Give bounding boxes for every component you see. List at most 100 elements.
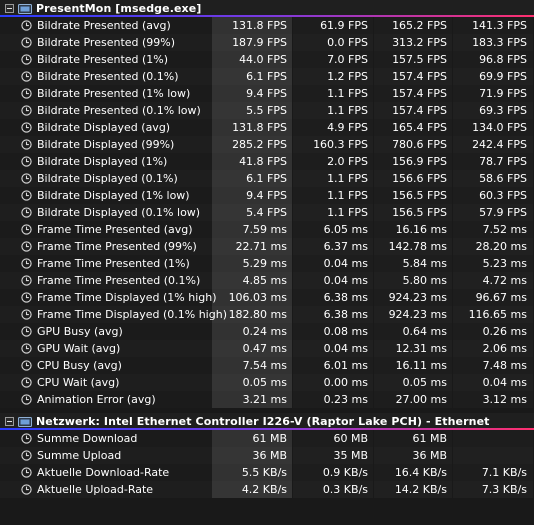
sensor-row[interactable]: Frame Time Displayed (0.1% high) 182.80 m… — [0, 306, 534, 323]
clock-icon — [21, 394, 32, 405]
sensor-label: CPU Busy (avg) — [37, 359, 122, 372]
sensor-row[interactable]: Bildrate Presented (99%) 187.9 FPS 0.0 FPS… — [0, 34, 534, 51]
avg-value: 141.3 FPS — [453, 17, 533, 34]
max-value: 27.00 ms — [374, 391, 452, 408]
section-title: PresentMon [msedge.exe] — [36, 2, 202, 15]
sensor-row[interactable]: Bildrate Presented (1%) 44.0 FPS 7.0 FPS 15… — [0, 51, 534, 68]
max-value: 313.2 FPS — [374, 34, 452, 51]
clock-icon — [21, 433, 32, 444]
sensor-row[interactable]: Frame Time Displayed (1% high) 106.03 ms 6… — [0, 289, 534, 306]
sensor-list: Bildrate Presented (avg) 131.8 FPS 61.9 FP… — [0, 17, 534, 408]
sensor-row[interactable]: Bildrate Presented (1% low) 9.4 FPS 1.1 FP… — [0, 85, 534, 102]
max-value: 156.5 FPS — [374, 187, 452, 204]
clock-icon — [21, 105, 32, 116]
max-value: 5.80 ms — [374, 272, 452, 289]
sensor-label-cell: Frame Time Presented (avg) — [0, 221, 212, 238]
sensor-label-cell: Bildrate Presented (0.1%) — [0, 68, 212, 85]
avg-value — [453, 447, 533, 464]
sensor-label: Bildrate Presented (1% low) — [37, 87, 191, 100]
sensor-row[interactable]: CPU Busy (avg) 7.54 ms 6.01 ms 16.11 ms 7.48… — [0, 357, 534, 374]
clock-icon — [21, 484, 32, 495]
sensor-label-cell: Frame Time Displayed (0.1% high) — [0, 306, 227, 323]
sensor-row[interactable]: GPU Busy (avg) 0.24 ms 0.08 ms 0.64 ms 0.26 … — [0, 323, 534, 340]
max-value: 157.4 FPS — [374, 102, 452, 119]
avg-value: 7.52 ms — [453, 221, 533, 238]
min-value: 1.1 FPS — [293, 187, 373, 204]
sensor-row[interactable]: Bildrate Presented (0.1% low) 5.5 FPS 1.1 … — [0, 102, 534, 119]
sensor-row[interactable]: Animation Error (avg) 3.21 ms 0.23 ms 27.00… — [0, 391, 534, 408]
sensor-label: Bildrate Displayed (0.1%) — [37, 172, 178, 185]
min-value: 0.3 KB/s — [293, 481, 373, 498]
sensor-label-cell: Bildrate Presented (1%) — [0, 51, 212, 68]
sensor-row[interactable]: Bildrate Displayed (1% low) 9.4 FPS 1.1 FP… — [0, 187, 534, 204]
section-header-0[interactable]: PresentMon [msedge.exe] — [0, 0, 534, 17]
clock-icon — [21, 292, 32, 303]
sensor-row[interactable]: Bildrate Displayed (99%) 285.2 FPS 160.3 F… — [0, 136, 534, 153]
sensor-row[interactable]: Bildrate Presented (avg) 131.8 FPS 61.9 FP… — [0, 17, 534, 34]
avg-value: 7.3 KB/s — [453, 481, 533, 498]
current-value: 9.4 FPS — [212, 187, 292, 204]
sensor-label-cell: CPU Busy (avg) — [0, 357, 212, 374]
sensor-label-cell: Frame Time Presented (0.1%) — [0, 272, 212, 289]
sensor-row[interactable]: Aktuelle Upload-Rate 4.2 KB/s 0.3 KB/s 14.2… — [0, 481, 534, 498]
max-value: 157.4 FPS — [374, 85, 452, 102]
max-value: 165.2 FPS — [374, 17, 452, 34]
sensor-label: Frame Time Presented (1%) — [37, 257, 190, 270]
clock-icon — [21, 54, 32, 65]
min-value: 7.0 FPS — [293, 51, 373, 68]
sensor-label: Bildrate Presented (0.1% low) — [37, 104, 201, 117]
clock-icon — [21, 190, 32, 201]
clock-icon — [21, 156, 32, 167]
max-value: 0.64 ms — [374, 323, 452, 340]
min-value: 61.9 FPS — [293, 17, 373, 34]
sensor-label-cell: Frame Time Presented (99%) — [0, 238, 212, 255]
sensor-label: Frame Time Displayed (1% high) — [37, 291, 217, 304]
sensor-label: Summe Upload — [37, 449, 122, 462]
section-header-1[interactable]: Netzwerk: Intel Ethernet Controller I226… — [0, 413, 534, 430]
sensor-label: GPU Wait (avg) — [37, 342, 121, 355]
current-value: 6.1 FPS — [212, 68, 292, 85]
sensor-row[interactable]: Bildrate Displayed (0.1% low) 5.4 FPS 1.1 … — [0, 204, 534, 221]
avg-value: 7.48 ms — [453, 357, 533, 374]
avg-value: 183.3 FPS — [453, 34, 533, 51]
current-value: 7.54 ms — [212, 357, 292, 374]
sensor-row[interactable]: Frame Time Presented (0.1%) 4.85 ms 0.04 m… — [0, 272, 534, 289]
avg-value: 78.7 FPS — [453, 153, 533, 170]
sensor-label-cell: CPU Wait (avg) — [0, 374, 212, 391]
current-value: 106.03 ms — [212, 289, 292, 306]
clock-icon — [21, 224, 32, 235]
sensor-label: Animation Error (avg) — [37, 393, 156, 406]
max-value: 12.31 ms — [374, 340, 452, 357]
sensor-row[interactable]: Frame Time Presented (avg) 7.59 ms 6.05 ms… — [0, 221, 534, 238]
sensor-label-cell: Aktuelle Download-Rate — [0, 464, 212, 481]
sensor-row[interactable]: Frame Time Presented (1%) 5.29 ms 0.04 ms 5… — [0, 255, 534, 272]
sensor-row[interactable]: Bildrate Displayed (1%) 41.8 FPS 2.0 FPS 15… — [0, 153, 534, 170]
avg-value: 69.3 FPS — [453, 102, 533, 119]
sensor-row[interactable]: GPU Wait (avg) 0.47 ms 0.04 ms 12.31 ms 2.06… — [0, 340, 534, 357]
current-value: 6.1 FPS — [212, 170, 292, 187]
min-value: 0.9 KB/s — [293, 464, 373, 481]
min-value: 1.1 FPS — [293, 102, 373, 119]
sensor-label-cell: Bildrate Displayed (1% low) — [0, 187, 212, 204]
current-value: 4.2 KB/s — [212, 481, 292, 498]
min-value: 6.38 ms — [293, 306, 373, 323]
max-value: 924.23 ms — [374, 306, 452, 323]
sensor-row[interactable]: Frame Time Presented (99%) 22.71 ms 6.37 m… — [0, 238, 534, 255]
clock-icon — [21, 309, 32, 320]
sensor-label-cell: Bildrate Presented (avg) — [0, 17, 212, 34]
current-value: 285.2 FPS — [212, 136, 292, 153]
sensor-label-cell: GPU Wait (avg) — [0, 340, 212, 357]
sensor-list: Summe Download 61 MB 60 MB 61 MB Summe Uploa… — [0, 430, 534, 498]
sensor-row[interactable]: Summe Upload 36 MB 35 MB 36 MB — [0, 447, 534, 464]
clock-icon — [21, 258, 32, 269]
avg-value: 69.9 FPS — [453, 68, 533, 85]
sensor-row[interactable]: Bildrate Presented (0.1%) 6.1 FPS 1.2 FPS 1… — [0, 68, 534, 85]
sensor-row[interactable]: CPU Wait (avg) 0.05 ms 0.00 ms 0.05 ms 0.04 … — [0, 374, 534, 391]
sensor-row[interactable]: Summe Download 61 MB 60 MB 61 MB — [0, 430, 534, 447]
sensor-label: Bildrate Displayed (1%) — [37, 155, 168, 168]
avg-value: 134.0 FPS — [453, 119, 533, 136]
sensor-row[interactable]: Bildrate Displayed (avg) 131.8 FPS 4.9 FPS… — [0, 119, 534, 136]
sensor-row[interactable]: Aktuelle Download-Rate 5.5 KB/s 0.9 KB/s 16… — [0, 464, 534, 481]
current-value: 5.4 FPS — [212, 204, 292, 221]
sensor-row[interactable]: Bildrate Displayed (0.1%) 6.1 FPS 1.1 FPS 1… — [0, 170, 534, 187]
